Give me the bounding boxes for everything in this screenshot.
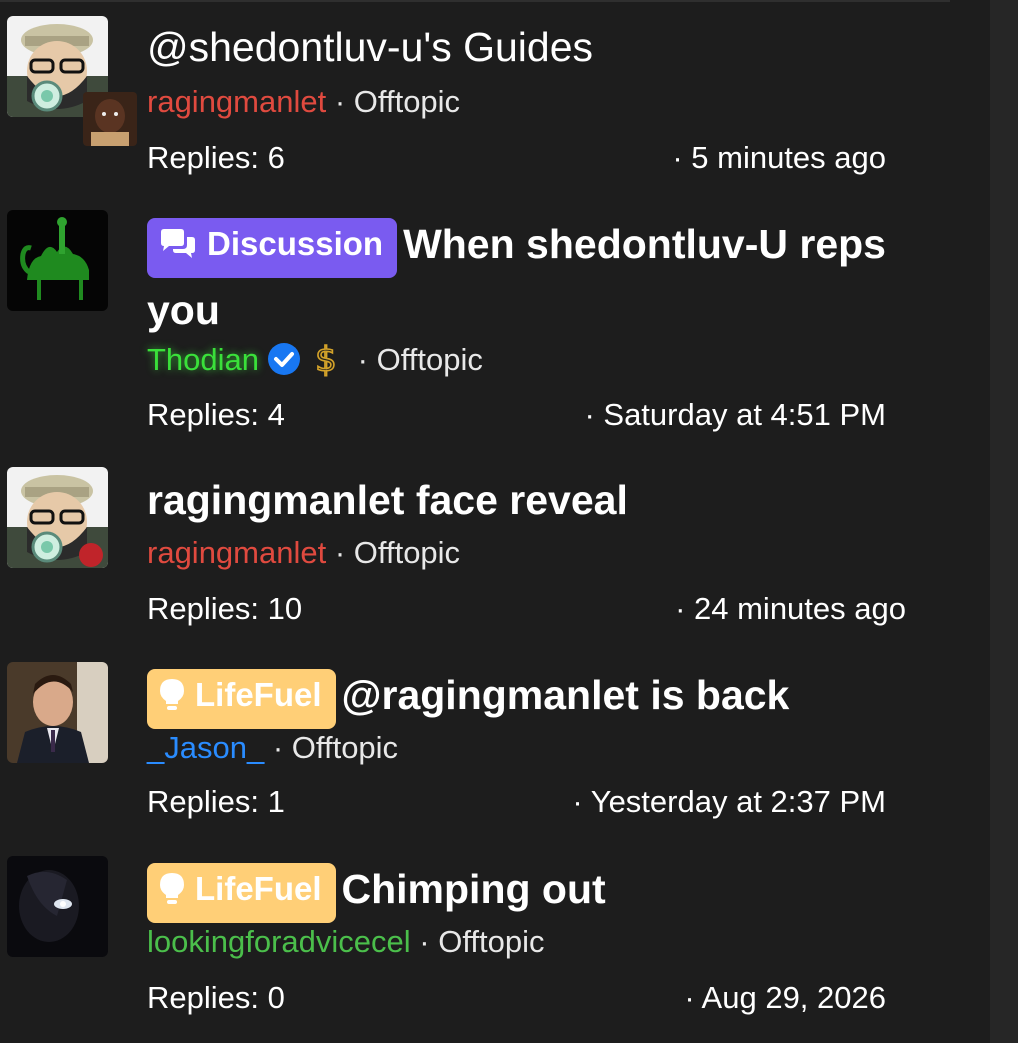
thread-author[interactable]: lookingforadvicecel — [147, 924, 411, 959]
thread-meta: _Jason_ · Offtopic — [147, 728, 398, 768]
meta-separator: · — [334, 535, 346, 570]
thread-meta: ragingmanlet · Offtopic — [147, 82, 460, 122]
reply-count: Replies: 4 — [147, 397, 285, 432]
thread-title[interactable]: @shedontluv-u's Guides — [147, 16, 947, 78]
thread-title[interactable]: ragingmanlet face reveal — [147, 469, 947, 531]
top-divider — [0, 0, 950, 2]
last-post-time[interactable]: · 24 minutes ago — [675, 589, 906, 629]
scrollbar-track[interactable] — [990, 0, 1018, 1043]
thread-starter-avatar[interactable] — [7, 210, 108, 311]
forum-link[interactable]: Offtopic — [292, 730, 398, 765]
thread-starter-avatar[interactable] — [7, 856, 108, 957]
thread-title[interactable]: Discussion When shedontluv-U reps you — [147, 212, 947, 342]
thread-title[interactable]: LifeFuel Chimping out — [147, 858, 947, 923]
thread-title-link[interactable]: Chimping out — [342, 866, 606, 912]
thread-item[interactable]: Discussion When shedontluv-U reps you Th… — [0, 210, 990, 440]
reply-count: Replies: 0 — [147, 980, 285, 1015]
forum-link[interactable]: Offtopic — [438, 924, 544, 959]
prefix-label-discussion[interactable]: Discussion — [147, 218, 398, 278]
last-post-time[interactable]: · 5 minutes ago — [672, 138, 886, 178]
lightbulb-icon — [159, 872, 185, 915]
thread-author[interactable]: ragingmanlet — [147, 84, 326, 119]
thread-author[interactable]: _Jason_ — [147, 730, 264, 765]
thread-item[interactable]: LifeFuel Chimping out lookingforadvicece… — [0, 856, 990, 1026]
prefix-label-text: Discussion — [207, 225, 384, 262]
thread-starter-avatar[interactable] — [7, 662, 108, 763]
meta-separator: · — [334, 84, 346, 119]
prefix-label-lifefuel[interactable]: LifeFuel — [147, 669, 336, 729]
thread-title-link[interactable]: ragingmanlet face reveal — [147, 477, 628, 523]
last-poster-avatar[interactable] — [83, 92, 137, 146]
last-post-time[interactable]: · Saturday at 4:51 PM — [584, 395, 886, 435]
reply-count: Replies: 10 — [147, 591, 303, 626]
forum-link[interactable]: Offtopic — [354, 535, 460, 570]
thread-meta: lookingforadvicecel · Offtopic — [147, 922, 545, 962]
reply-count: Replies: 1 — [147, 784, 285, 819]
meta-separator: · — [272, 730, 284, 765]
forum-link[interactable]: Offtopic — [377, 342, 483, 377]
thread-starter-avatar[interactable] — [7, 467, 108, 568]
thread-item[interactable]: ragingmanlet face reveal ragingmanlet · … — [0, 467, 990, 637]
thread-title-link[interactable]: @ragingmanlet is back — [342, 672, 790, 718]
lightbulb-icon — [159, 678, 185, 721]
dollar-badge-icon: $ — [311, 338, 341, 388]
thread-item[interactable]: LifeFuel @ragingmanlet is back _Jason_ ·… — [0, 662, 990, 832]
meta-separator: · — [419, 924, 430, 959]
thread-title-link[interactable]: @shedontluv-u's Guides — [147, 24, 593, 70]
svg-text:$: $ — [315, 340, 337, 378]
thread-title[interactable]: LifeFuel @ragingmanlet is back — [147, 664, 947, 729]
thread-author[interactable]: Thodian — [147, 342, 259, 377]
meta-separator: · — [357, 342, 368, 377]
forum-link[interactable]: Offtopic — [354, 84, 460, 119]
last-post-time[interactable]: · Yesterday at 2:37 PM — [572, 782, 886, 822]
reply-count: Replies: 6 — [147, 140, 285, 175]
thread-item[interactable]: @shedontluv-u's Guides ragingmanlet · Of… — [0, 16, 990, 186]
prefix-label-text: LifeFuel — [195, 676, 322, 713]
thread-meta: ragingmanlet · Offtopic — [147, 533, 460, 573]
last-post-time[interactable]: · Aug 29, 2026 — [684, 978, 886, 1018]
prefix-label-text: LifeFuel — [195, 870, 322, 907]
prefix-label-lifefuel[interactable]: LifeFuel — [147, 863, 336, 923]
thread-meta: Thodian $ · Offtopic — [147, 338, 483, 388]
thread-author[interactable]: ragingmanlet — [147, 535, 326, 570]
chat-bubbles-icon — [159, 229, 197, 270]
verified-check-icon — [267, 342, 301, 386]
